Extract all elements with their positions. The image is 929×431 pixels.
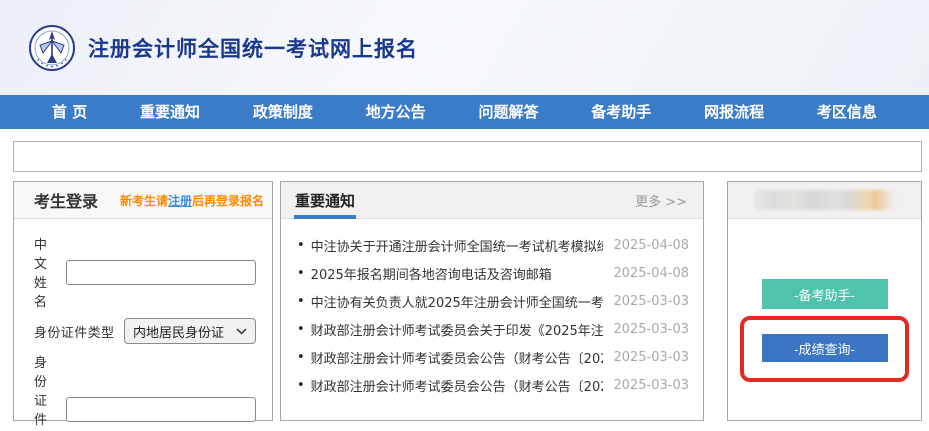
notice-item[interactable]: • 财政部注册会计师考试委员会公告（财考公告〔2025〕1号... 2025-0…	[297, 343, 689, 371]
title-underline-bar	[294, 215, 356, 219]
bullet-icon: •	[297, 378, 305, 393]
exam-prep-helper-button[interactable]: -备考助手-	[762, 279, 888, 309]
bullet-icon: •	[297, 238, 305, 253]
score-query-button[interactable]: -成绩查询-	[762, 334, 888, 362]
side-panel: -备考助手- -成绩查询-	[727, 181, 922, 421]
form-row-id-type: 身份证件类型 内地居民身份证	[34, 318, 256, 344]
notice-item-date: 2025-04-08	[613, 238, 689, 253]
notice-item-date: 2025-03-03	[613, 350, 689, 365]
id-type-selected-value: 内地居民身份证	[133, 322, 236, 341]
notice-item-text[interactable]: 财政部注册会计师考试委员会公告（财考公告〔2025〕1号...	[311, 348, 604, 367]
notice-suffix: 后再登录报名	[192, 194, 264, 208]
notice-prefix: 新考生请	[120, 194, 168, 208]
nav-item-home[interactable]: 首 页	[46, 95, 93, 129]
bullet-icon: •	[297, 322, 305, 337]
nav-item-notices[interactable]: 重要通知	[134, 95, 206, 129]
notice-item-text[interactable]: 财政部注册会计师考试委员会公告（财考公告〔2025〕2号...	[311, 376, 604, 395]
notice-item-date: 2025-03-03	[613, 378, 689, 393]
login-title: 考生登录	[34, 188, 98, 212]
notices-title: 重要通知	[295, 190, 355, 211]
empty-notice-box	[13, 141, 922, 172]
nav-item-policies[interactable]: 政策制度	[247, 95, 319, 129]
notices-list: • 中注协关于开通注册会计师全国统一考试机考模拟练习网站的公... 2025-0…	[281, 219, 703, 399]
nav-item-exam-prep[interactable]: 备考助手	[585, 95, 657, 129]
login-panel-header: 考生登录 新考生请注册后再登录报名	[14, 182, 272, 219]
notice-item-date: 2025-03-03	[613, 294, 689, 309]
nav-item-local-announcements[interactable]: 地方公告	[360, 95, 432, 129]
notice-item-text[interactable]: 中注协有关负责人就2025年注册会计师全国统一考试报名相...	[311, 292, 604, 311]
id-number-input[interactable]	[66, 397, 256, 422]
form-row-id-number: 身份证件号码	[34, 352, 256, 431]
id-type-label: 身份证件类型	[34, 322, 114, 341]
cicpa-logo-icon	[28, 24, 76, 72]
notices-panel-header: 重要通知 更多 >>	[281, 182, 703, 219]
register-inline-link[interactable]: 注册	[168, 194, 192, 208]
page-title: 注册会计师全国统一考试网上报名	[88, 33, 418, 63]
nav-item-registration-process[interactable]: 网报流程	[698, 95, 770, 129]
notice-item[interactable]: • 中注协有关负责人就2025年注册会计师全国统一考试报名相... 2025-0…	[297, 287, 689, 315]
name-input[interactable]	[66, 260, 256, 285]
notice-item-date: 2025-03-03	[613, 322, 689, 337]
notice-item[interactable]: • 2025年报名期间各地咨询电话及咨询邮箱 2025-04-08	[297, 259, 689, 287]
notice-item[interactable]: • 财政部注册会计师考试委员会公告（财考公告〔2025〕2号... 2025-0…	[297, 371, 689, 399]
id-number-label: 身份证件号码	[34, 352, 56, 431]
id-type-select[interactable]: 内地居民身份证	[124, 318, 256, 344]
content-panels: 考生登录 新考生请注册后再登录报名 中文姓名 身份证件类型 内地居民身份证 身份…	[13, 181, 929, 421]
notice-item-text[interactable]: 财政部注册会计师考试委员会关于印发《2025年注册会计师...	[311, 320, 604, 339]
side-panel-body: -备考助手- -成绩查询-	[728, 219, 921, 382]
notice-item[interactable]: • 中注协关于开通注册会计师全国统一考试机考模拟练习网站的公... 2025-0…	[297, 231, 689, 259]
notice-item-date: 2025-04-08	[613, 266, 689, 281]
more-link[interactable]: 更多 >>	[635, 191, 687, 210]
nav-item-exam-area-info[interactable]: 考区信息	[811, 95, 883, 129]
new-candidate-notice: 新考生请注册后再登录报名	[120, 192, 264, 209]
side-panel-header	[728, 182, 921, 219]
highlight-annotation: -成绩查询-	[740, 316, 909, 382]
chevron-down-icon	[236, 328, 247, 335]
form-row-name: 中文姓名	[34, 234, 256, 310]
name-label: 中文姓名	[34, 234, 56, 310]
notice-item-text[interactable]: 2025年报名期间各地咨询电话及咨询邮箱	[311, 264, 604, 283]
login-panel: 考生登录 新考生请注册后再登录报名 中文姓名 身份证件类型 内地居民身份证 身份…	[13, 181, 273, 421]
bullet-icon: •	[297, 294, 305, 309]
bullet-icon: •	[297, 266, 305, 281]
bullet-icon: •	[297, 350, 305, 365]
blurred-text	[754, 190, 896, 210]
main-nav: 首 页 重要通知 政策制度 地方公告 问题解答 备考助手 网报流程 考区信息	[0, 95, 929, 129]
site-header: 注册会计师全国统一考试网上报名	[0, 0, 929, 95]
notice-item[interactable]: • 财政部注册会计师考试委员会关于印发《2025年注册会计师... 2025-0…	[297, 315, 689, 343]
notice-item-text[interactable]: 中注协关于开通注册会计师全国统一考试机考模拟练习网站的公...	[311, 236, 604, 255]
notices-panel: 重要通知 更多 >> • 中注协关于开通注册会计师全国统一考试机考模拟练习网站的…	[280, 181, 704, 421]
nav-item-faq[interactable]: 问题解答	[472, 95, 544, 129]
login-form: 中文姓名 身份证件类型 内地居民身份证 身份证件号码 密码	[14, 219, 272, 431]
